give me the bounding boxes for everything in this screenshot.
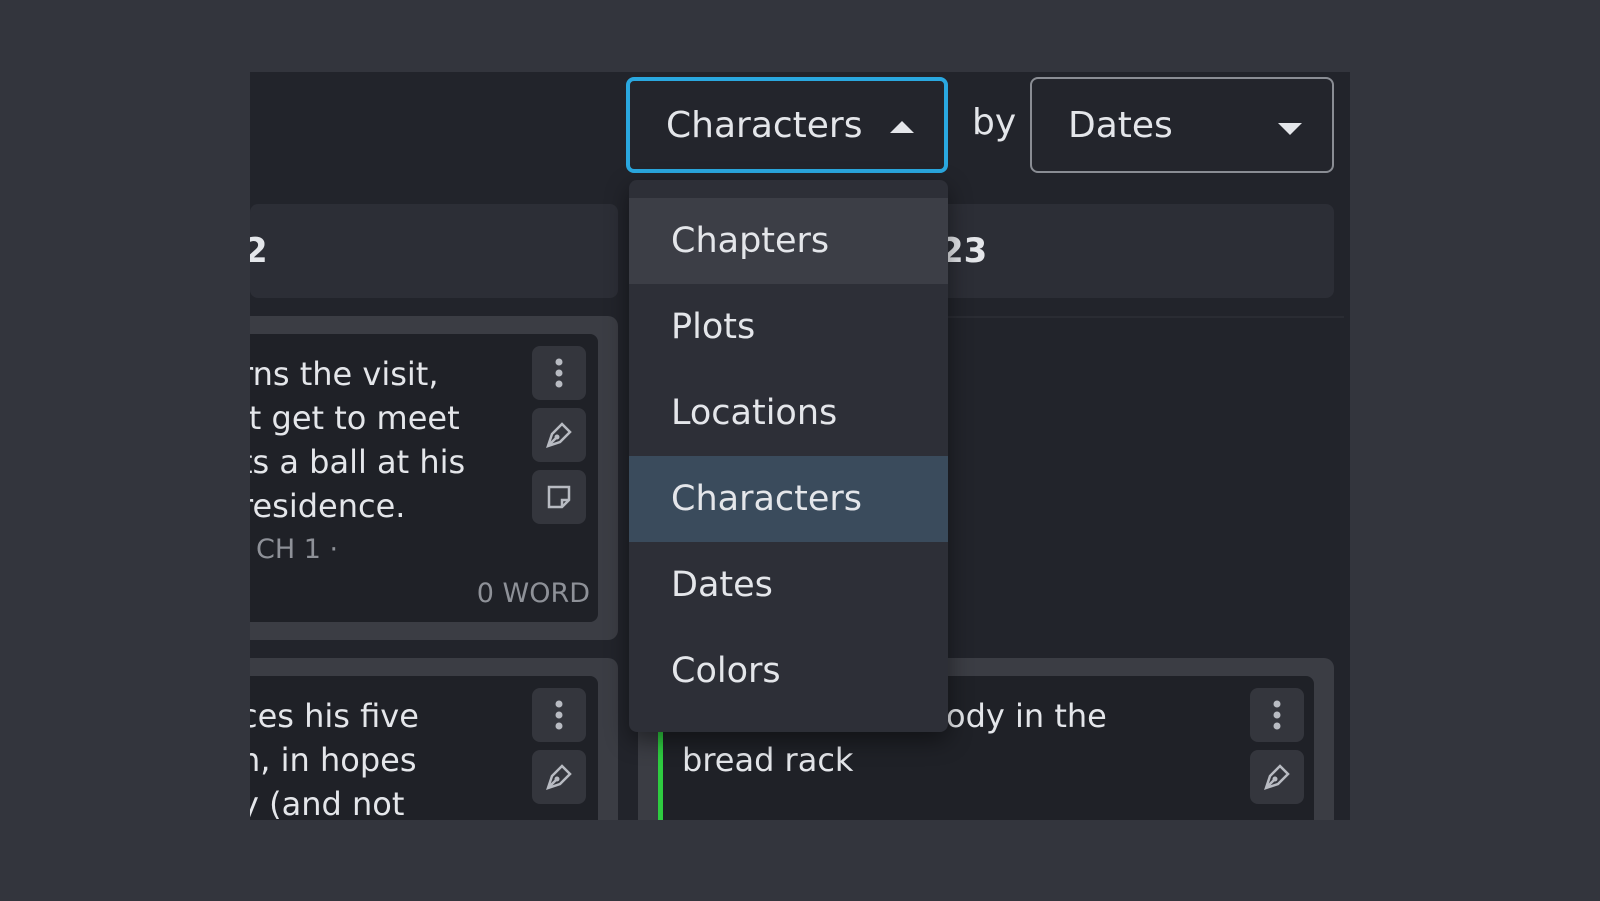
card-line: y (and not <box>250 785 405 820</box>
dropdown-option-chapters[interactable]: Chapters <box>629 198 948 284</box>
pen-icon[interactable] <box>1250 750 1304 804</box>
note-icon[interactable] <box>532 470 586 524</box>
column-header-right: 23 <box>930 204 1334 298</box>
sort-by-value: Dates <box>1068 104 1173 146</box>
card-word-count: 0 WORD <box>476 578 590 609</box>
pen-icon[interactable] <box>532 408 586 462</box>
sort-by-select[interactable]: Dates <box>1030 77 1334 173</box>
more-options-icon[interactable] <box>532 688 586 742</box>
caret-up-icon <box>890 121 914 133</box>
column-divider <box>940 316 1344 318</box>
card-line: n, in hopes <box>250 741 417 779</box>
scene-card[interactable]: ces his five n, in hopes y (and not <box>250 676 598 820</box>
column-header-left-label: 2 <box>250 231 268 271</box>
scene-card[interactable]: rns the visit, 't get to meet ts a ball … <box>250 334 598 622</box>
dropdown-option-locations[interactable]: Locations <box>629 370 948 456</box>
card-line: residence. <box>250 487 406 525</box>
dropdown-option-characters[interactable]: Characters <box>629 456 948 542</box>
card-line: bread rack <box>682 741 854 779</box>
group-by-value: Characters <box>666 104 863 146</box>
by-label: by <box>972 102 1017 143</box>
more-options-icon[interactable] <box>1250 688 1304 742</box>
card-line: 't get to meet <box>250 399 460 437</box>
dropdown-option-colors[interactable]: Colors <box>629 628 948 714</box>
app-frame: Characters by Dates 2 23 rns the visit, … <box>250 72 1350 820</box>
caret-down-icon <box>1278 123 1302 135</box>
dropdown-option-plots[interactable]: Plots <box>629 284 948 370</box>
card-line: ces his five <box>250 697 419 735</box>
card-line: ody in the <box>946 697 1107 735</box>
card-line: rns the visit, <box>250 355 439 393</box>
dropdown-option-dates[interactable]: Dates <box>629 542 948 628</box>
card-chapter: CH 1 · <box>256 534 339 565</box>
card-line: ts a ball at his <box>250 443 466 481</box>
more-options-icon[interactable] <box>532 346 586 400</box>
pen-icon[interactable] <box>532 750 586 804</box>
group-by-dropdown-menu: Chapters Plots Locations Characters Date… <box>629 180 948 732</box>
group-by-select[interactable]: Characters <box>626 77 948 173</box>
column-header-left: 2 <box>250 204 618 298</box>
